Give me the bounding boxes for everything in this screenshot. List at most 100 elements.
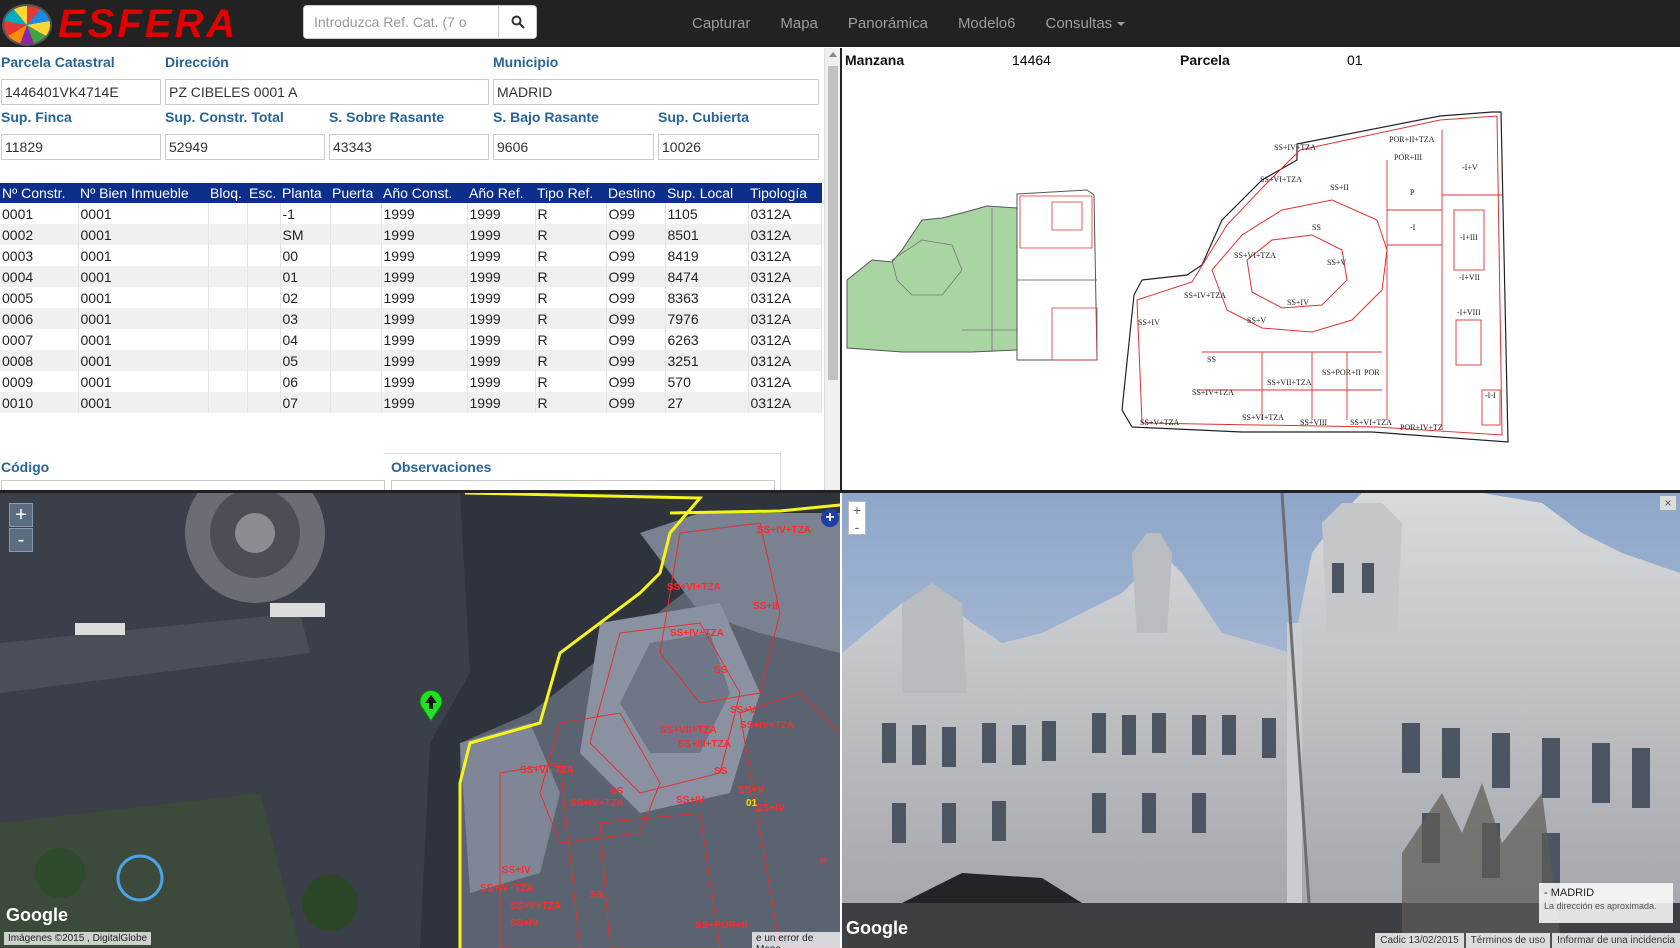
table-row[interactable]: 0006 0001 03 1999 1999 R O99 7976 0312A bbox=[0, 308, 822, 329]
svg-text:SS+V: SS+V bbox=[1327, 258, 1346, 267]
search-button[interactable] bbox=[499, 5, 537, 39]
expand-icon[interactable]: + bbox=[821, 509, 839, 527]
table-cell bbox=[247, 350, 281, 371]
col-n-bien-inmueble[interactable]: Nº Bien Inmueble bbox=[78, 183, 208, 203]
sup-cubierta-field[interactable]: 10026 bbox=[658, 134, 819, 160]
map-zoom-out-button[interactable]: - bbox=[9, 528, 33, 552]
nav-panoramica[interactable]: Panorámica bbox=[848, 15, 928, 32]
table-cell: 0312A bbox=[748, 224, 822, 245]
map-zoom-in-button[interactable]: + bbox=[9, 503, 33, 527]
table-row[interactable]: 0005 0001 02 1999 1999 R O99 8363 0312A bbox=[0, 287, 822, 308]
cadastral-plan-drawing[interactable]: SS+IV+TZA POR+II+TZA SS+VI+TZA POR+III S… bbox=[842, 70, 1680, 490]
satellite-map[interactable]: SS+IV+TZA SS+VI+TZA SS+II SS+IV+TZA SS S… bbox=[0, 493, 840, 948]
svg-text:P: P bbox=[1410, 188, 1415, 197]
table-row[interactable]: 0004 0001 01 1999 1999 R O99 8474 0312A bbox=[0, 266, 822, 287]
sup-finca-field[interactable]: 11829 bbox=[1, 134, 161, 160]
imagery-credit: Imágenes ©2015 , DigitalGlobe bbox=[4, 932, 152, 945]
search-input[interactable] bbox=[303, 5, 499, 39]
municipio-field[interactable]: MADRID bbox=[493, 79, 819, 105]
svg-text:-I+V: -I+V bbox=[1462, 163, 1478, 172]
table-row[interactable]: 0003 0001 00 1999 1999 R O99 8419 0312A bbox=[0, 245, 822, 266]
parcela-catastral-field[interactable]: 1446401VK4714E bbox=[1, 79, 161, 105]
close-streetview-button[interactable]: × bbox=[1660, 496, 1676, 510]
capture-date: Cadic 13/02/2015 bbox=[1375, 933, 1464, 948]
table-cell: O99 bbox=[606, 329, 666, 350]
svg-text:SS+IV+TZA: SS+IV+TZA bbox=[480, 883, 534, 894]
scroll-up-icon[interactable] bbox=[829, 52, 837, 57]
col-tipo-ref[interactable]: Tipo Ref. bbox=[535, 183, 606, 203]
cadastral-plan-panel: Manzana 14464 Parcela 01 SS+IV+TZA POR+I… bbox=[840, 48, 1680, 490]
table-cell: O99 bbox=[606, 266, 666, 287]
svg-text:SS+VI+TZA: SS+VI+TZA bbox=[1260, 175, 1302, 184]
svg-text:P: P bbox=[820, 857, 827, 868]
table-cell: 0312A bbox=[748, 329, 822, 350]
table-row[interactable]: 0008 0001 05 1999 1999 R O99 3251 0312A bbox=[0, 350, 822, 371]
svg-text:SS: SS bbox=[610, 786, 624, 797]
table-cell: R bbox=[535, 350, 607, 371]
scroll-thumb[interactable] bbox=[828, 66, 838, 380]
table-cell: 0001 bbox=[78, 245, 209, 266]
s-sobre-rasante-field[interactable]: 43343 bbox=[329, 134, 489, 160]
table-cell: O99 bbox=[606, 371, 666, 392]
col-puerta[interactable]: Puerta bbox=[330, 183, 381, 203]
col-esc[interactable]: Esc. bbox=[247, 183, 280, 203]
table-row[interactable]: 0007 0001 04 1999 1999 R O99 6263 0312A bbox=[0, 329, 822, 350]
streetview-zoom-control: + - bbox=[848, 501, 866, 535]
address-text: - MADRID bbox=[1544, 887, 1595, 899]
svg-text:SS+IV: SS+IV bbox=[756, 803, 785, 814]
table-row[interactable]: 0009 0001 06 1999 1999 R O99 570 0312A bbox=[0, 371, 822, 392]
table-row[interactable]: 0001 0001 -1 1999 1999 R O99 1105 0312A bbox=[0, 203, 822, 224]
report-issue-link[interactable]: Informar de una incidencia bbox=[1552, 933, 1680, 948]
col-planta[interactable]: Planta bbox=[280, 183, 330, 203]
svg-text:SS: SS bbox=[590, 890, 604, 901]
col-sup-local[interactable]: Sup. Local bbox=[665, 183, 748, 203]
table-row[interactable]: 0002 0001 SM 1999 1999 R O99 8501 0312A bbox=[0, 224, 822, 245]
table-cell: 1999 bbox=[467, 308, 536, 329]
table-cell: 0003 bbox=[0, 245, 79, 266]
table-cell: 1105 bbox=[665, 203, 749, 224]
col-ano-ref[interactable]: Año Ref. bbox=[467, 183, 535, 203]
table-cell: 0312A bbox=[748, 266, 822, 287]
report-map-error-link[interactable]: e un error de Mapa bbox=[752, 932, 840, 948]
table-cell: 0001 bbox=[78, 329, 209, 350]
svg-text:SS: SS bbox=[1312, 223, 1321, 232]
col-tipologia[interactable]: Tipología bbox=[748, 183, 822, 203]
nav-modelo6[interactable]: Modelo6 bbox=[958, 15, 1016, 32]
nav-mapa[interactable]: Mapa bbox=[780, 15, 818, 32]
svg-text:SS: SS bbox=[714, 766, 728, 777]
svg-text:POR+II+TZA: POR+II+TZA bbox=[1389, 135, 1435, 144]
table-cell: 1999 bbox=[467, 392, 536, 413]
table-cell: 0001 bbox=[78, 308, 209, 329]
nav-capturar[interactable]: Capturar bbox=[692, 15, 750, 32]
table-cell: 7976 bbox=[665, 308, 749, 329]
col-ano-const[interactable]: Año Const. bbox=[381, 183, 467, 203]
col-bloq[interactable]: Bloq. bbox=[208, 183, 247, 203]
table-cell: 8363 bbox=[665, 287, 749, 308]
nav-consultas[interactable]: Consultas bbox=[1045, 15, 1126, 32]
table-cell bbox=[208, 308, 248, 329]
terms-link[interactable]: Términos de uso bbox=[1465, 933, 1551, 948]
label-sup-finca: Sup. Finca bbox=[1, 109, 72, 125]
street-view-panel[interactable]: × + - - MADRID La dirección es aproximad… bbox=[842, 493, 1680, 948]
col-n-constr[interactable]: Nº Constr. bbox=[0, 183, 78, 203]
streetview-zoom-in-button[interactable]: + bbox=[849, 502, 865, 519]
svg-text:SS+VI+TZA: SS+VI+TZA bbox=[1350, 418, 1392, 427]
svg-text:SS: SS bbox=[1207, 355, 1216, 364]
sup-constr-total-field[interactable]: 52949 bbox=[165, 134, 325, 160]
svg-text:01: 01 bbox=[746, 798, 758, 809]
observaciones-field[interactable] bbox=[391, 480, 775, 490]
table-cell: 03 bbox=[280, 308, 331, 329]
col-destino[interactable]: Destino bbox=[606, 183, 665, 203]
street-view-image bbox=[842, 493, 1680, 948]
esfera-logo[interactable]: ESFERA bbox=[2, 2, 238, 47]
table-row[interactable]: 0010 0001 07 1999 1999 R O99 27 0312A bbox=[0, 392, 822, 413]
streetview-zoom-out-button[interactable]: - bbox=[849, 519, 865, 536]
table-cell bbox=[330, 371, 382, 392]
info-scrollbar[interactable] bbox=[824, 48, 840, 490]
location-marker-icon[interactable] bbox=[416, 689, 446, 723]
codigo-field[interactable] bbox=[1, 480, 385, 490]
table-cell bbox=[247, 308, 281, 329]
direccion-field[interactable]: PZ CIBELES 0001 A bbox=[165, 79, 489, 105]
s-bajo-rasante-field[interactable]: 9606 bbox=[493, 134, 654, 160]
divider bbox=[384, 453, 781, 454]
